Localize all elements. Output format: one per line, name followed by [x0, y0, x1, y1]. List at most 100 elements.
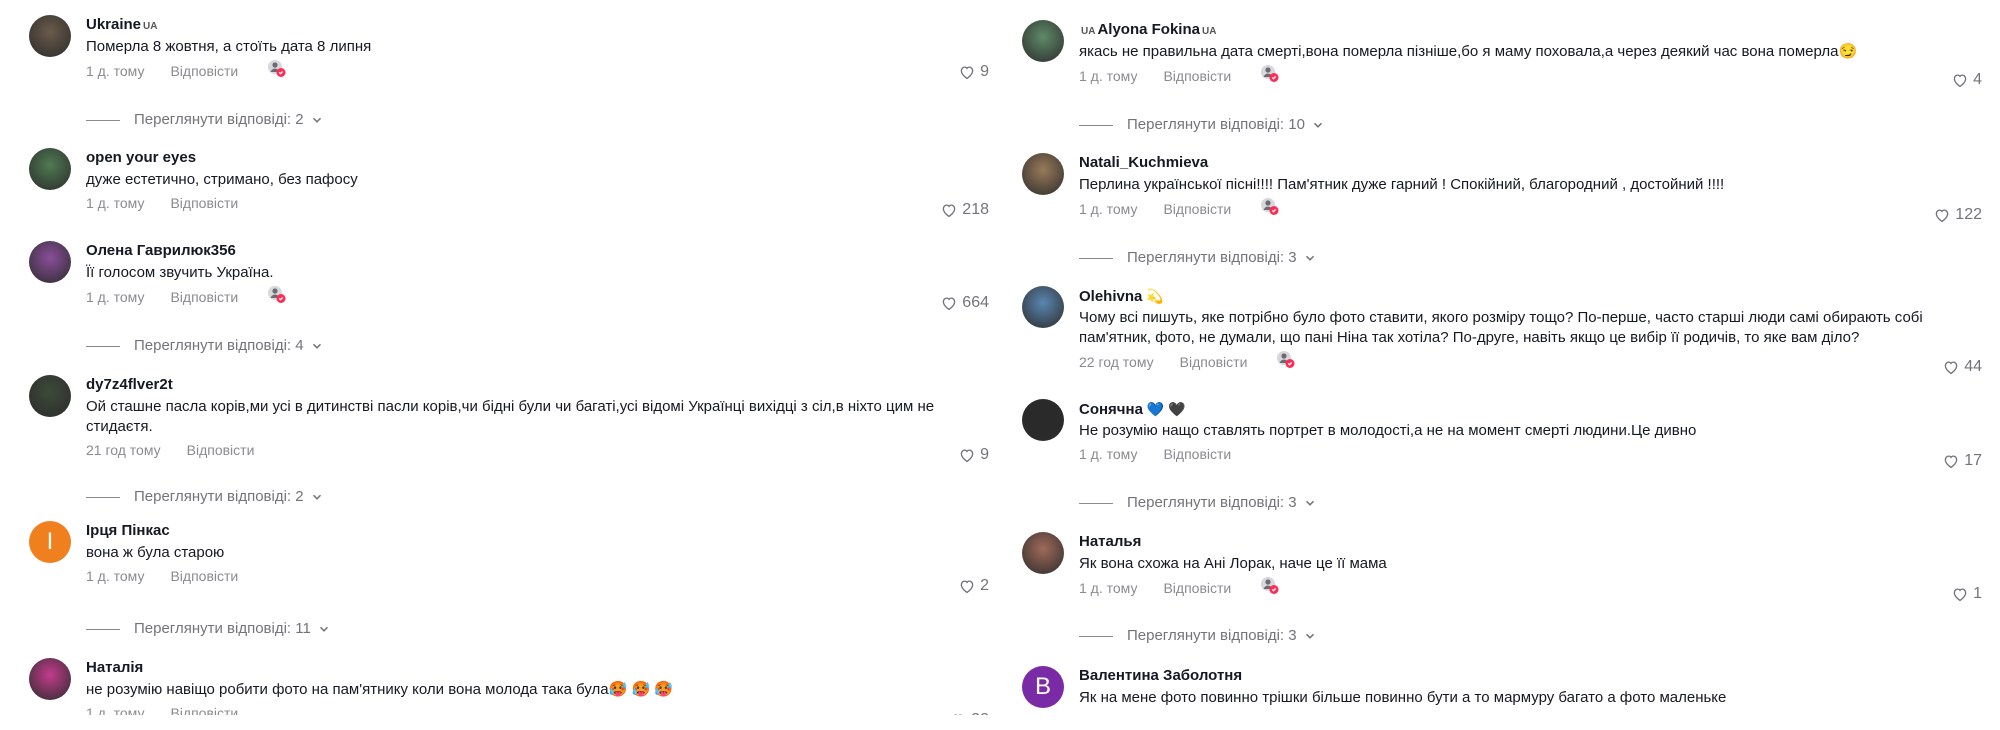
author-name[interactable]: open your eyes [86, 149, 196, 166]
comment-body: Ukraine UA Померла 8 жовтня, а стоїть дата… [86, 15, 989, 80]
avatar[interactable]: B [1022, 666, 1064, 708]
comment-text: Як вона схожа на Ані Лорак, наче це її м… [1079, 555, 1387, 572]
avatar[interactable] [29, 375, 71, 417]
author-name[interactable]: Natali_Kuchmieva [1079, 154, 1208, 171]
comment-author[interactable]: dy7z4flver2t [86, 375, 989, 395]
view-replies-button[interactable]: Переглянути відповіді: 11 [86, 619, 331, 639]
view-replies-button[interactable]: Переглянути відповіді: 10 [1079, 115, 1325, 135]
view-replies-label[interactable]: Переглянути відповіді: 3 [1127, 248, 1297, 268]
comment-author[interactable]: Ірця Пінкас [86, 521, 989, 541]
chevron-down-icon[interactable] [311, 622, 331, 636]
heart-icon[interactable] [1942, 358, 1960, 376]
comment-author[interactable]: open your eyes [86, 148, 989, 168]
view-replies-label[interactable]: Переглянути відповіді: 3 [1127, 626, 1297, 646]
view-replies-button[interactable]: Переглянути відповіді: 2 [86, 487, 324, 507]
like-button[interactable]: 218 [940, 200, 989, 220]
reply-button[interactable]: Відповісти [170, 287, 238, 307]
avatar[interactable] [1022, 399, 1064, 441]
like-button[interactable]: 9 [958, 62, 989, 82]
author-name[interactable]: Сонячна [1079, 401, 1143, 418]
like-button[interactable]: 664 [940, 293, 989, 313]
heart-icon[interactable] [1942, 452, 1960, 470]
author-name[interactable]: Наталья [1079, 533, 1141, 550]
like-button[interactable]: 9 [958, 445, 989, 465]
comment-author[interactable]: UA Alyona Fokina UA [1079, 20, 1982, 40]
avatar[interactable] [1022, 20, 1064, 62]
avatar[interactable] [1022, 153, 1064, 195]
heart-icon[interactable] [940, 294, 958, 312]
like-button[interactable]: 44 [1942, 357, 1982, 377]
author-name[interactable]: Ірця Пінкас [86, 522, 170, 539]
divider-line [1079, 502, 1113, 504]
like-button[interactable]: 2 [958, 576, 989, 596]
like-button[interactable]: 17 [1942, 451, 1982, 471]
comment-author[interactable]: Olehivna 💫 [1079, 286, 1982, 306]
reply-button[interactable]: Відповісти [170, 61, 238, 81]
author-name[interactable]: dy7z4flver2t [86, 376, 173, 393]
author-name[interactable]: Олена Гаврилюк356 [86, 242, 236, 259]
chevron-down-icon[interactable] [304, 113, 324, 127]
reply-button[interactable]: Відповісти [1180, 352, 1248, 372]
chevron-down-icon[interactable] [1297, 496, 1317, 510]
view-replies-button[interactable]: Переглянути відповіді: 4 [86, 336, 324, 356]
chevron-down-icon[interactable] [304, 339, 324, 353]
avatar[interactable] [29, 15, 71, 57]
comment-author[interactable]: Олена Гаврилюк356 [86, 241, 989, 261]
view-replies-label[interactable]: Переглянути відповіді: 2 [134, 110, 304, 130]
avatar[interactable] [1022, 532, 1064, 574]
like-count: 9 [980, 63, 989, 80]
reply-button[interactable]: Відповісти [1163, 199, 1231, 219]
heart-icon[interactable] [1951, 585, 1969, 603]
view-replies-label[interactable]: Переглянути відповіді: 10 [1127, 115, 1305, 135]
view-replies-label[interactable]: Переглянути відповіді: 2 [134, 487, 304, 507]
view-replies-label[interactable]: Переглянути відповіді: 3 [1127, 493, 1297, 513]
reply-button[interactable]: Відповісти [170, 566, 238, 586]
comment-body: UA Alyona Fokina UA якась не правильна дата… [1079, 20, 1982, 85]
comment-author[interactable]: Валентина Заболотня [1079, 666, 1982, 686]
heart-icon[interactable] [940, 201, 958, 219]
heart-icon[interactable] [1933, 206, 1951, 224]
chevron-down-icon[interactable] [1305, 118, 1325, 132]
like-button[interactable]: 4 [1951, 70, 1982, 90]
comment-meta: 22 год тому Відповісти [1079, 351, 1982, 371]
reply-button[interactable]: Відповісти [1163, 66, 1231, 86]
author-name[interactable]: Olehivna [1079, 288, 1142, 305]
avatar[interactable] [29, 241, 71, 283]
chevron-down-icon[interactable] [304, 490, 324, 504]
chevron-down-icon[interactable] [1297, 251, 1317, 265]
like-button[interactable]: 1 [1951, 584, 1982, 604]
avatar[interactable]: І [29, 521, 71, 563]
avatar[interactable] [29, 148, 71, 190]
heart-icon[interactable] [1951, 71, 1969, 89]
comment-text: Чому всі пишуть, яке потрібно було фото … [1079, 309, 1923, 346]
chevron-down-icon[interactable] [1297, 629, 1317, 643]
comment-author[interactable]: Наталія [86, 658, 989, 678]
reply-button[interactable]: Відповісти [187, 440, 255, 460]
author-name[interactable]: Alyona Fokina [1097, 21, 1200, 38]
reply-button[interactable]: Відповісти [1163, 578, 1231, 598]
like-button[interactable]: 122 [1933, 205, 1982, 225]
comment-author[interactable]: Ukraine UA [86, 15, 989, 35]
view-replies-button[interactable]: Переглянути відповіді: 2 [86, 110, 324, 130]
view-replies-label[interactable]: Переглянути відповіді: 4 [134, 336, 304, 356]
view-replies-label[interactable]: Переглянути відповіді: 11 [134, 619, 311, 639]
comment-text: Ой сташне пасла корів,ми усі в дитинстві… [86, 398, 935, 435]
avatar[interactable] [29, 658, 71, 700]
comment-author[interactable]: Сонячна 💙 🖤 [1079, 399, 1982, 419]
view-replies-button[interactable]: Переглянути відповіді: 3 [1079, 626, 1317, 646]
heart-icon[interactable] [958, 577, 976, 595]
author-name[interactable]: Ukraine [86, 16, 141, 33]
comment-author[interactable]: Natali_Kuchmieva [1079, 153, 1982, 173]
country-badge: UA [143, 21, 158, 32]
heart-icon[interactable] [958, 63, 976, 81]
avatar[interactable] [1022, 286, 1064, 328]
view-replies-button[interactable]: Переглянути відповіді: 3 [1079, 248, 1317, 268]
heart-icon[interactable] [958, 446, 976, 464]
comment-text: дуже естетично, стримано, без пафосу [86, 171, 358, 188]
author-name[interactable]: Валентина Заболотня [1079, 667, 1242, 684]
author-name[interactable]: Наталія [86, 659, 143, 676]
reply-button[interactable]: Відповісти [1163, 444, 1231, 464]
comment-author[interactable]: Наталья [1079, 532, 1982, 552]
reply-button[interactable]: Відповісти [170, 193, 238, 213]
view-replies-button[interactable]: Переглянути відповіді: 3 [1079, 493, 1317, 513]
